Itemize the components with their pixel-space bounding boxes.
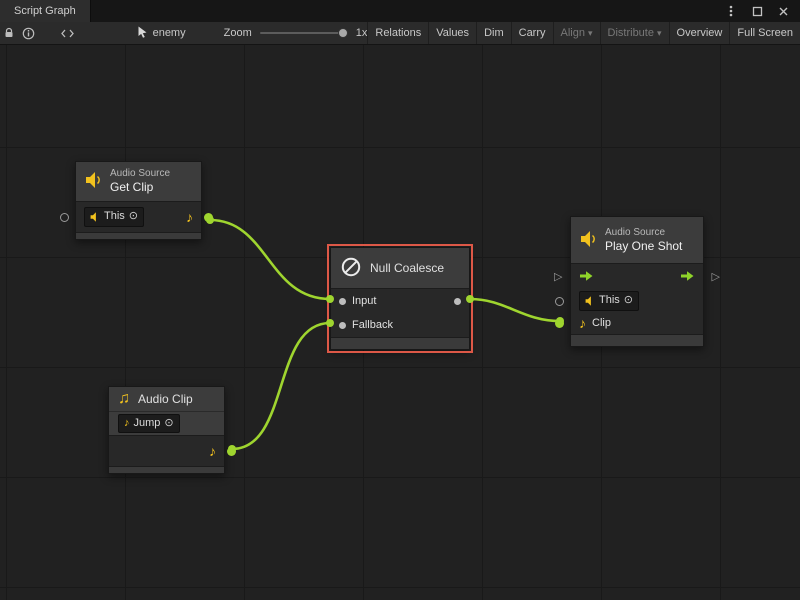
tab-title: Script Graph <box>14 5 76 17</box>
zoom-label: Zoom <box>224 27 252 39</box>
wire-getclip-to-input <box>206 216 334 303</box>
wire-audioclip-to-fallback <box>228 319 334 453</box>
node-title: Audio Clip <box>138 392 193 406</box>
dim-button[interactable]: Dim <box>476 22 511 44</box>
overview-button[interactable]: Overview <box>669 22 730 44</box>
result-output-port[interactable] <box>454 298 461 305</box>
flow-exit-icon[interactable] <box>680 270 695 285</box>
node-get-clip[interactable]: Audio Source Get Clip This ⊙ ♪ <box>75 161 202 240</box>
audio-source-icon <box>90 212 100 222</box>
target-input-port[interactable] <box>60 213 69 222</box>
window-titlebar: Script Graph <box>0 0 800 22</box>
chevron-down-icon: ▾ <box>588 29 593 38</box>
node-audio-clip[interactable]: ♫ Audio Clip ♪ Jump ⊙ ♪ <box>108 386 225 474</box>
zoom-slider[interactable] <box>260 32 348 34</box>
target-object-field[interactable]: This ⊙ <box>579 291 639 310</box>
node-null-coalesce[interactable]: Null Coalesce Input Fallback <box>330 247 470 350</box>
node-category: Audio Source <box>110 168 170 180</box>
fullscreen-button[interactable]: Full Screen <box>729 22 800 44</box>
window-close-icon[interactable] <box>776 4 790 18</box>
relations-button[interactable]: Relations <box>367 22 428 44</box>
input-port[interactable] <box>339 298 346 305</box>
audio-source-icon <box>85 172 102 191</box>
align-button[interactable]: Align ▾ <box>553 22 600 44</box>
graph-target-selector[interactable]: enemy <box>137 26 186 41</box>
flow-output-marker[interactable]: ▷ <box>712 270 720 283</box>
graph-canvas[interactable]: Audio Source Get Clip This ⊙ ♪ N <box>0 45 800 600</box>
audio-clip-icon: ♪ <box>124 418 130 429</box>
flow-enter-icon[interactable] <box>579 270 594 285</box>
node-title: Get Clip <box>110 180 170 195</box>
fallback-port[interactable] <box>339 322 346 329</box>
value-output-port[interactable] <box>227 447 236 456</box>
code-view-icon[interactable] <box>58 22 77 44</box>
object-picker-icon: ⊙ <box>129 211 138 222</box>
audio-clip-icon: ♫ <box>118 391 130 407</box>
window-menu-icon[interactable] <box>724 4 738 18</box>
target-object-field[interactable]: This ⊙ <box>84 207 144 226</box>
port-label: Clip <box>592 317 611 329</box>
lock-icon[interactable] <box>0 22 19 44</box>
object-picker-icon: ⊙ <box>624 295 633 306</box>
node-category: Audio Source <box>605 227 682 239</box>
port-label: Input <box>352 295 376 307</box>
target-input-port[interactable] <box>555 297 564 306</box>
zoom-value: 1x <box>356 27 368 39</box>
port-label: Fallback <box>352 319 393 331</box>
distribute-button[interactable]: Distribute ▾ <box>600 22 669 44</box>
audio-clip-icon: ♪ <box>186 210 193 224</box>
clip-input-port[interactable] <box>555 319 564 328</box>
graph-toolbar: enemy Zoom 1x Relations Values Dim Carry… <box>0 22 800 45</box>
audio-clip-icon: ♪ <box>579 316 586 330</box>
node-title: Play One Shot <box>605 239 682 254</box>
graph-name-label: enemy <box>153 27 186 39</box>
window-maximize-icon[interactable] <box>750 4 764 18</box>
carry-button[interactable]: Carry <box>511 22 553 44</box>
info-icon[interactable] <box>19 22 38 44</box>
null-coalesce-icon <box>340 256 362 281</box>
object-picker-icon: ⊙ <box>164 418 173 429</box>
tab-script-graph[interactable]: Script Graph <box>0 0 91 22</box>
flow-input-marker[interactable]: ▷ <box>554 270 562 283</box>
wire-result-to-clip <box>466 295 564 325</box>
audio-clip-icon: ♪ <box>209 444 216 458</box>
clip-output-port[interactable] <box>204 213 213 222</box>
audio-source-icon <box>580 231 597 250</box>
clip-object-field[interactable]: ♪ Jump ⊙ <box>118 414 180 433</box>
zoom-slider-knob[interactable] <box>338 28 348 38</box>
cursor-icon <box>137 26 148 41</box>
node-title: Null Coalesce <box>370 261 444 275</box>
values-button[interactable]: Values <box>428 22 476 44</box>
chevron-down-icon: ▾ <box>657 29 662 38</box>
node-play-one-shot[interactable]: Audio Source Play One Shot ▷ ▷ This <box>570 216 704 347</box>
audio-source-icon <box>585 296 595 306</box>
